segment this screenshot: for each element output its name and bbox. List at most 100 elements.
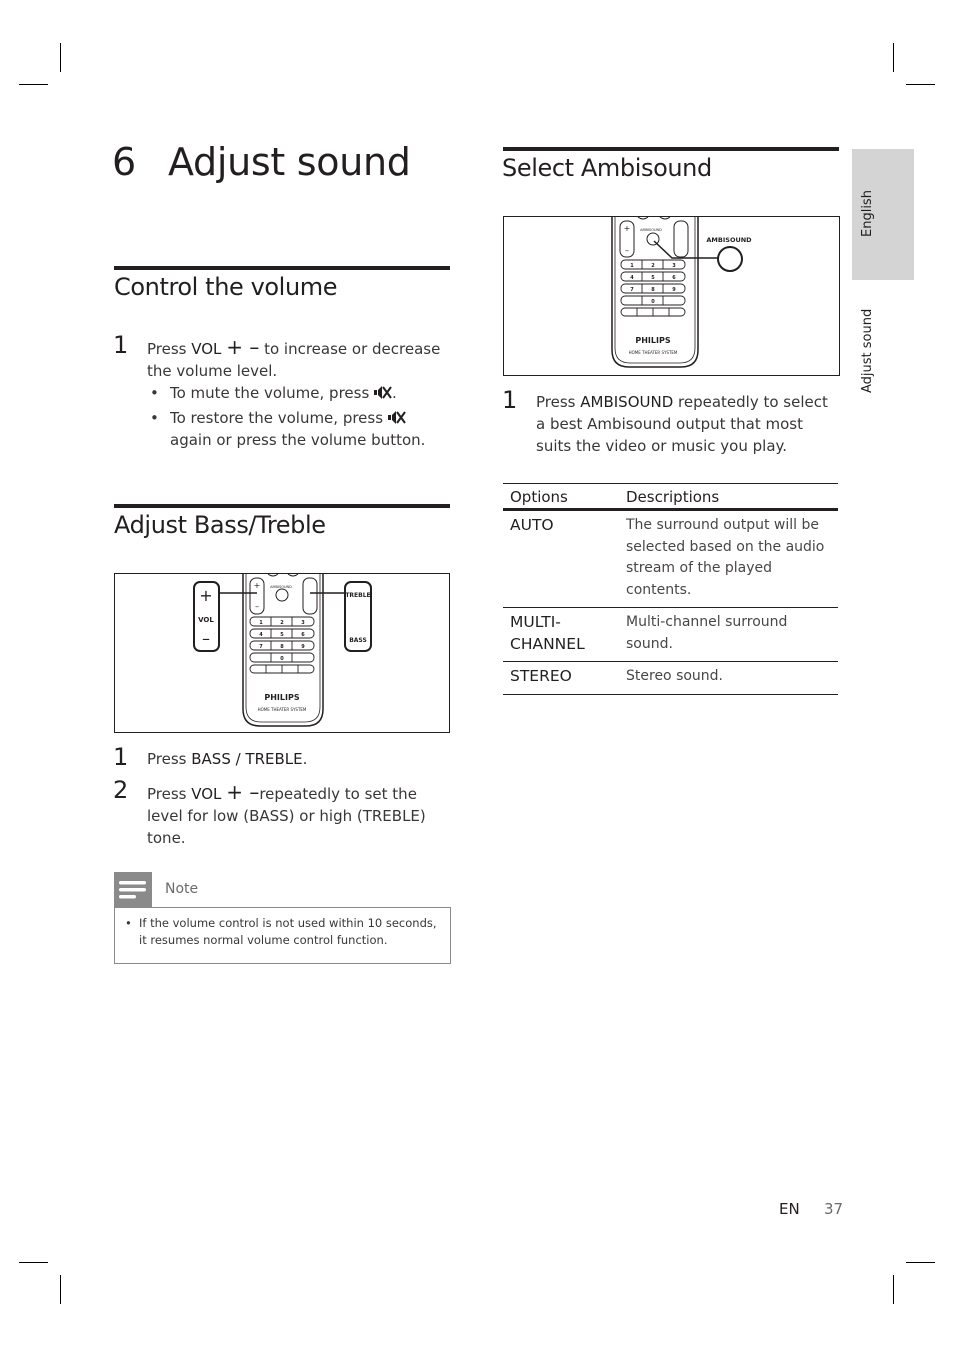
- section-title-bass-treble: Adjust Bass/Treble: [114, 511, 326, 539]
- chapter-title-text: Adjust sound: [168, 140, 411, 184]
- key-8: 8: [280, 644, 284, 650]
- callout-bass-label: BASS: [349, 637, 367, 644]
- remote-brand: PHILIPS: [264, 693, 299, 702]
- description-cell: Stereo sound.: [619, 661, 838, 695]
- key-1: 1: [630, 263, 634, 269]
- key-7: 7: [630, 287, 634, 293]
- side-tab-language-label: English: [860, 190, 875, 237]
- bullet-after: .: [392, 384, 397, 402]
- key-0: 0: [280, 656, 284, 662]
- option-cell: AUTO: [503, 509, 619, 608]
- crop-mark: [60, 1275, 61, 1304]
- table-header-row: Options Descriptions: [503, 483, 838, 511]
- option-cell: MULTI- CHANNEL: [503, 607, 619, 662]
- section-rule: [114, 504, 450, 508]
- key-4: 4: [259, 632, 263, 638]
- key-7: 7: [259, 644, 263, 650]
- remote-figure-ambisound: + – AMBISOUND 1 2 3 4 5 6 7 8 9 0 PHILIP…: [503, 216, 840, 376]
- key-1: 1: [259, 620, 263, 626]
- footer-lang: EN: [779, 1200, 800, 1218]
- key-0: 0: [651, 299, 655, 305]
- step-text: Press VOL + –repeatedly to set the level…: [147, 781, 432, 849]
- remote-subtitle: HOME THEATER SYSTEM: [629, 350, 678, 355]
- svg-text:–: –: [255, 602, 259, 611]
- callout-vol-plus: +: [199, 586, 212, 605]
- mute-icon: [374, 386, 392, 399]
- crop-mark: [906, 84, 935, 85]
- step-press: Press: [536, 393, 581, 411]
- crop-mark: [60, 43, 61, 72]
- key-vol: VOL: [191, 785, 222, 803]
- crop-mark: [19, 84, 48, 85]
- side-section-label: Adjust sound: [860, 308, 875, 393]
- description-cell: Multi-channel surround sound.: [619, 607, 838, 662]
- key-9: 9: [672, 287, 676, 293]
- remote-subtitle: HOME THEATER SYSTEM: [258, 707, 307, 712]
- description-cell: The surround output will be selected bas…: [619, 509, 838, 608]
- chapter-title: 6 Adjust sound: [112, 140, 411, 184]
- step-press: Press: [147, 785, 192, 803]
- mute-icon: [387, 411, 406, 424]
- section-title-ambisound: Select Ambisound: [502, 154, 712, 182]
- table-row: MULTI- CHANNEL Multi-channel surround so…: [503, 607, 838, 662]
- key-3: 3: [301, 620, 305, 626]
- key-vol: VOL: [191, 340, 222, 358]
- step-text: Press AMBISOUND repeatedly to select a b…: [536, 391, 841, 457]
- section-rule: [503, 147, 839, 151]
- key-9: 9: [301, 644, 305, 650]
- key-6: 6: [672, 275, 676, 281]
- key-4: 4: [630, 275, 634, 281]
- chapter-number: 6: [112, 140, 136, 184]
- step-press: Press: [147, 750, 192, 768]
- key-bass-treble: BASS / TREBLE: [191, 750, 303, 768]
- crop-mark: [893, 43, 894, 72]
- crop-mark: [19, 1262, 48, 1263]
- vol-symbols: + –: [226, 335, 260, 359]
- step-number: 1: [502, 386, 518, 414]
- svg-text:+: +: [254, 581, 261, 590]
- remote-illustration: + – AMBISOUND 1 2 3 4 5 6 7 8 9 0 PHILIP…: [193, 574, 372, 727]
- note-icon: [114, 872, 152, 908]
- option-cell: STEREO: [503, 661, 619, 695]
- key-6: 6: [301, 632, 305, 638]
- remote-figure-bass-treble: + – AMBISOUND 1 2 3 4 5 6 7 8 9 0 PHILIP…: [114, 573, 450, 733]
- callout-ambisound-label: AMBISOUND: [706, 236, 752, 244]
- key-ambisound: AMBISOUND: [580, 393, 674, 411]
- step-press: Press: [147, 340, 192, 358]
- callout-vol-minus: –: [202, 629, 210, 648]
- note-body: If the volume control is not used within…: [114, 907, 451, 964]
- section-title-control-volume: Control the volume: [114, 273, 338, 301]
- key-2: 2: [280, 620, 284, 626]
- remote-illustration: + – AMBISOUND 1 2 3 4 5 6 7 8 9 0 PHILIP…: [611, 217, 752, 368]
- note-label: Note: [165, 881, 199, 897]
- bullet-text: To mute the volume, press: [170, 384, 375, 402]
- step-text: Press VOL + – to increase or decrease th…: [147, 336, 447, 382]
- note-header: Note: [114, 872, 450, 908]
- step-rest: .: [302, 750, 308, 768]
- svg-text:+: +: [624, 224, 631, 233]
- key-3: 3: [672, 263, 676, 269]
- crop-mark: [906, 1262, 935, 1263]
- callout-vol-label: VOL: [198, 616, 214, 624]
- column-header: Descriptions: [619, 483, 838, 511]
- key-5: 5: [280, 632, 284, 638]
- callout-treble-label: TREBLE: [345, 592, 370, 599]
- bullet-after: again or press the volume button.: [170, 431, 426, 449]
- bullet-item: To restore the volume, press again or pr…: [148, 407, 448, 451]
- step-number: 2: [113, 776, 129, 804]
- column-header: Options: [503, 483, 619, 511]
- key-8: 8: [651, 287, 655, 293]
- remote-brand: PHILIPS: [635, 336, 670, 345]
- svg-text:–: –: [625, 246, 629, 255]
- vol-symbols: + –: [226, 780, 260, 804]
- step-number: 1: [113, 331, 129, 359]
- svg-text:AMBISOUND: AMBISOUND: [640, 228, 662, 232]
- options-table: Options Descriptions AUTO The surround o…: [503, 483, 838, 695]
- key-2: 2: [651, 263, 655, 269]
- step-number: 1: [113, 743, 129, 771]
- note-item-text: If the volume control is not used within…: [139, 916, 437, 947]
- table-row: STEREO Stereo sound.: [503, 661, 838, 695]
- remote-ambisound-label: AMBISOUND: [270, 585, 292, 589]
- section-rule: [114, 266, 450, 270]
- bullet-text: To restore the volume, press: [170, 409, 388, 427]
